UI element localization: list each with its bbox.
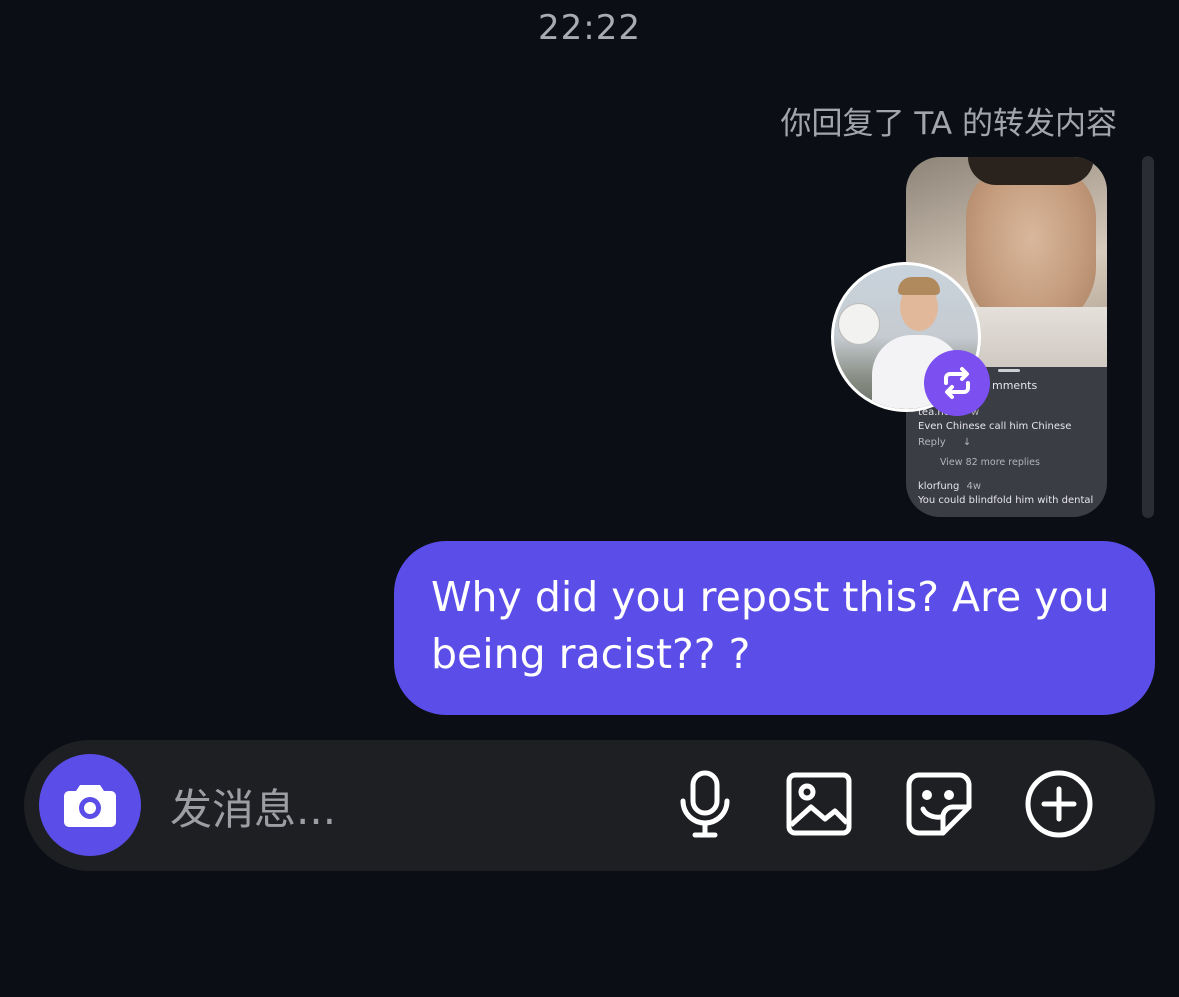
comment-2-text: You could blindfold him with dental [918, 495, 1094, 506]
reply-note: 你回复了 TA 的转发内容 [780, 106, 1117, 142]
sticker-icon [906, 772, 972, 836]
image-icon [786, 772, 852, 836]
view-more-replies[interactable]: View 82 more replies [940, 457, 1040, 468]
camera-icon [64, 785, 116, 827]
comment-1-text: Even Chinese call him Chinese [918, 421, 1072, 432]
comment-2-username: klorfung [918, 481, 960, 492]
reply-label[interactable]: Reply [918, 437, 946, 448]
avatar-hair [898, 277, 940, 295]
sheet-handle [998, 369, 1020, 372]
comment-1-reply[interactable]: Reply ↓ [918, 437, 971, 448]
comments-label: mments [992, 379, 1038, 392]
time-stamp: 22:22 [538, 8, 641, 48]
microphone-icon [680, 770, 730, 838]
voice-button[interactable] [669, 768, 741, 840]
camera-button[interactable] [39, 754, 141, 856]
plus-icon [1025, 770, 1093, 838]
more-button[interactable] [1023, 768, 1095, 840]
message-input[interactable]: 发消息... [170, 776, 336, 837]
image-button[interactable] [783, 768, 855, 840]
comment-2-age: 4w [966, 481, 982, 492]
message-bubble[interactable]: Why did you repost this? Are you being r… [394, 541, 1155, 715]
sticker-button[interactable] [903, 768, 975, 840]
scrollbar[interactable] [1142, 156, 1154, 518]
arrow-down-icon: ↓ [962, 437, 972, 448]
repost-badge [924, 350, 990, 416]
comment-2-user: klorfung 4w [918, 481, 981, 492]
thumbnail-hair [968, 157, 1094, 185]
repost-icon [944, 367, 970, 399]
avatar-ball [838, 303, 880, 345]
message-text: Why did you repost this? Are you being r… [431, 573, 1110, 678]
